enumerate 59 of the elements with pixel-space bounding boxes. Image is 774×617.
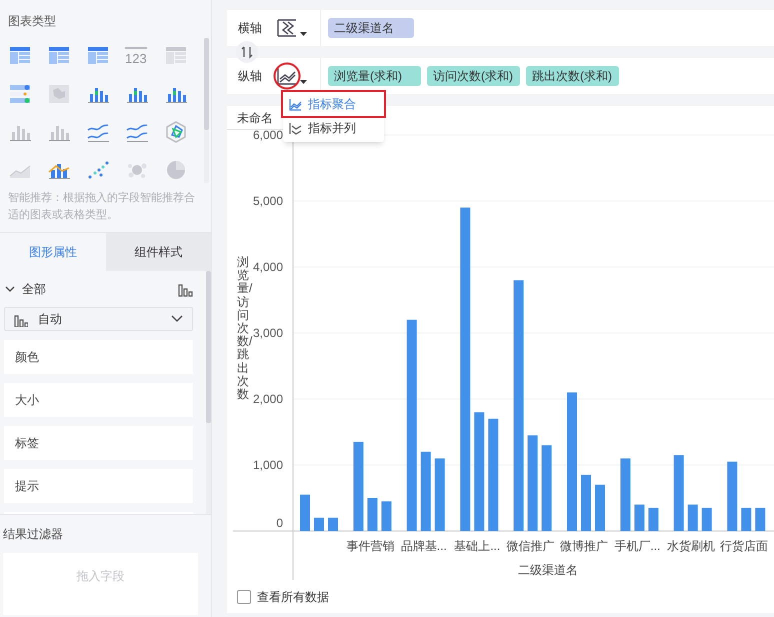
category-label: 手机厂... — [614, 539, 660, 553]
bar — [367, 498, 378, 531]
category-label: 行货店面 — [720, 539, 768, 553]
category-label: 微信推广 — [506, 539, 555, 553]
line-chart-icon — [289, 98, 302, 110]
bar — [688, 504, 698, 531]
axis-type-button[interactable] — [276, 17, 307, 39]
category-label: 基础上... — [454, 539, 500, 553]
field-chip[interactable]: 二级渠道名 — [328, 18, 414, 38]
bar — [741, 508, 752, 531]
tick-label: 4,000 — [252, 260, 283, 274]
axis-title: 二级渠道名 — [518, 563, 578, 577]
bar — [595, 484, 605, 531]
property-row[interactable]: 大小 — [4, 383, 193, 417]
bar — [727, 462, 738, 531]
bar — [381, 501, 392, 531]
swap-axes-icon[interactable] — [236, 41, 258, 63]
tick-label: 6,000 — [252, 130, 283, 142]
tick-label: 2,000 — [252, 392, 283, 406]
property-row[interactable]: 提示 — [4, 469, 193, 503]
tick-label: 3,000 — [252, 326, 283, 340]
bar — [314, 518, 324, 531]
zigzag-axis-icon — [276, 17, 298, 39]
tick-label: 0 — [276, 516, 283, 530]
property-row[interactable]: 颜色 — [4, 340, 193, 374]
zigzag-icon — [289, 122, 302, 134]
axis-label: 横轴 — [238, 20, 262, 37]
section-title: 结果过滤器 — [3, 526, 64, 543]
select-value: 自动 — [38, 311, 63, 328]
property-row[interactable]: 标签 — [4, 426, 193, 460]
category-label: 事件营销 — [346, 539, 394, 553]
tick-label: 5,000 — [252, 194, 283, 208]
category-label: 水货刷机 — [666, 539, 715, 553]
mark-type-select[interactable]: 自动 — [4, 307, 193, 331]
bar — [328, 518, 338, 531]
tab[interactable]: 组件样式 — [106, 233, 211, 271]
bar — [648, 508, 658, 531]
checkbox-label: 查看所有数据 — [257, 589, 329, 606]
list-chart-icon[interactable] — [8, 82, 32, 106]
group-label: 全部 — [22, 281, 47, 298]
bar — [634, 504, 644, 531]
category-label: 微博推广 — [560, 539, 608, 553]
field-chip[interactable]: 浏览量(求和) — [328, 66, 421, 86]
field-chip[interactable]: 访问次数(求和) — [427, 66, 520, 86]
caret-icon — [300, 80, 307, 84]
section-title: 图表类型 — [7, 13, 57, 30]
bar — [581, 474, 591, 531]
tick-label: 1,000 — [252, 458, 283, 472]
category-label: 品牌基... — [400, 539, 447, 553]
field-chip[interactable]: 跳出次数(求和) — [526, 66, 619, 86]
radar-chart-icon[interactable] — [164, 120, 188, 144]
component-title: 未命名 — [227, 106, 287, 130]
checkbox[interactable] — [237, 590, 251, 604]
axis-type-button[interactable] — [276, 65, 307, 87]
bar — [702, 508, 712, 531]
caret-icon — [300, 32, 307, 36]
bar — [300, 494, 310, 531]
bar — [755, 508, 766, 531]
axis-label: 纵轴 — [238, 68, 262, 85]
